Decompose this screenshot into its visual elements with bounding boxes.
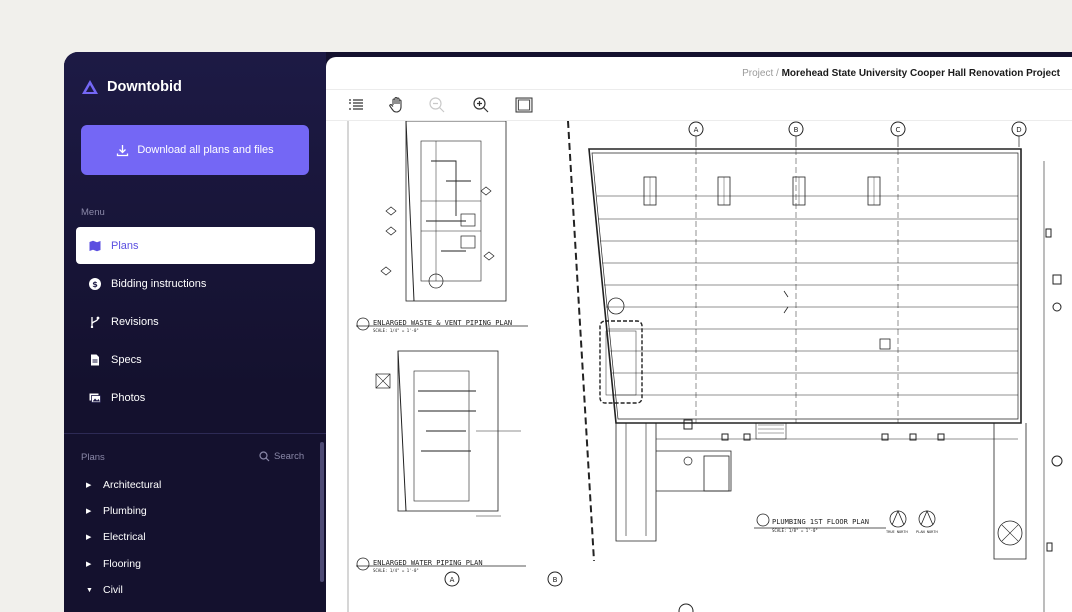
plan-drawing: A B C D A B ENLARGED WASTE & VENT PIPING… [347, 121, 1063, 612]
true-north-label: TRUE NORTH [886, 530, 908, 534]
plan-folder-flooring[interactable]: ▶ Flooring [86, 558, 141, 570]
list-icon [349, 99, 363, 110]
plan-viewer: Project / Morehead State University Coop… [326, 57, 1072, 612]
plan-folder-label: Flooring [103, 558, 141, 570]
breadcrumb-project: Morehead State University Cooper Hall Re… [781, 68, 1060, 79]
sidebar-scrollbar[interactable] [320, 442, 324, 582]
viewer-toolbar [326, 90, 1072, 121]
list-tool-button[interactable] [346, 95, 366, 115]
plans-search[interactable]: Search [259, 451, 304, 462]
caret-right-icon: ▶ [86, 508, 92, 515]
waste-vent-plan-caption: ENLARGED WASTE & VENT PIPING PLAN [373, 319, 512, 327]
plan-folder-civil[interactable]: ▼ Civil [86, 584, 123, 596]
menu-item-label: Photos [111, 391, 146, 404]
caret-down-icon: ▼ [86, 586, 93, 594]
branch-icon [88, 315, 102, 329]
app-window: Downtobid Download all plans and files M… [64, 52, 1072, 612]
panel-icon [515, 97, 533, 113]
waste-vent-scale: SCALE: 1/4" = 1'-0" [373, 328, 419, 333]
menu-item-label: Bidding instructions [111, 277, 207, 290]
plan-folder-label: Civil [103, 584, 123, 596]
caret-right-icon: ▶ [86, 482, 92, 489]
menu-item-plans[interactable]: Plans [76, 227, 315, 264]
breadcrumb-prefix[interactable]: Project [742, 68, 773, 79]
zoom-out-button[interactable] [427, 95, 447, 115]
map-icon [88, 239, 102, 253]
zoom-out-icon [429, 97, 445, 113]
plan-folder-label: Architectural [103, 479, 162, 491]
menu-item-label: Plans [111, 239, 139, 252]
search-icon [259, 451, 270, 462]
hand-icon [389, 96, 402, 113]
menu-item-specs[interactable]: Specs [76, 341, 315, 378]
caret-right-icon: ▶ [86, 534, 92, 541]
column-label: A [694, 126, 699, 134]
sidebar-divider [64, 433, 326, 434]
plan-drawing-canvas[interactable]: A B C D A B ENLARGED WASTE & VENT PIPING… [326, 121, 1072, 612]
sidebar: Downtobid Download all plans and files M… [64, 52, 326, 612]
menu-item-revisions[interactable]: Revisions [76, 303, 315, 340]
logo-icon [82, 80, 98, 94]
plumbing-floor-plan-scale: SCALE: 1/8" = 1'-0" [772, 528, 818, 533]
plan-folder-architectural[interactable]: ▶ Architectural [86, 479, 161, 491]
download-icon [117, 144, 129, 156]
menu-item-label: Specs [111, 353, 142, 366]
plumbing-floor-plan-caption: PLUMBING 1ST FLOOR PLAN [772, 518, 869, 526]
water-plan-caption: ENLARGED WATER PIPING PLAN [373, 559, 483, 567]
photos-icon [88, 391, 102, 405]
menu-item-label: Revisions [111, 315, 159, 328]
column-label: D [1016, 126, 1021, 134]
pan-tool-button[interactable] [387, 95, 407, 115]
column-label: C [896, 126, 901, 134]
zoom-in-icon [473, 97, 489, 113]
menu-label: Menu [81, 207, 105, 218]
column-label: B [794, 126, 799, 134]
menu-item-bidding-instructions[interactable]: $ Bidding instructions [76, 265, 315, 302]
plan-folder-plumbing[interactable]: ▶ Plumbing [86, 505, 147, 517]
brand-name: Downtobid [107, 79, 182, 95]
breadcrumb-separator: / [776, 68, 779, 79]
caret-right-icon: ▶ [86, 561, 92, 568]
viewer-header: Project / Morehead State University Coop… [326, 57, 1072, 90]
column-label: B [553, 576, 558, 584]
zoom-in-button[interactable] [471, 95, 491, 115]
download-all-button[interactable]: Download all plans and files [81, 125, 309, 175]
brand[interactable]: Downtobid [81, 79, 182, 95]
menu-item-photos[interactable]: Photos [76, 379, 315, 416]
plans-label: Plans [81, 452, 105, 463]
svg-text:$: $ [92, 280, 98, 289]
water-plan-scale: SCALE: 1/4" = 1'-0" [373, 568, 419, 573]
dollar-icon: $ [88, 277, 102, 291]
document-icon [88, 353, 102, 367]
breadcrumb: Project / Morehead State University Coop… [742, 68, 1060, 79]
search-label: Search [274, 451, 305, 462]
plan-folder-label: Plumbing [103, 505, 147, 517]
panel-toggle-button[interactable] [514, 95, 534, 115]
plan-north-label: PLAN NORTH [916, 530, 938, 534]
plan-folder-electrical[interactable]: ▶ Electrical [86, 531, 146, 543]
plan-folder-label: Electrical [103, 531, 146, 543]
download-all-label: Download all plans and files [137, 144, 274, 156]
column-label: A [450, 576, 455, 584]
